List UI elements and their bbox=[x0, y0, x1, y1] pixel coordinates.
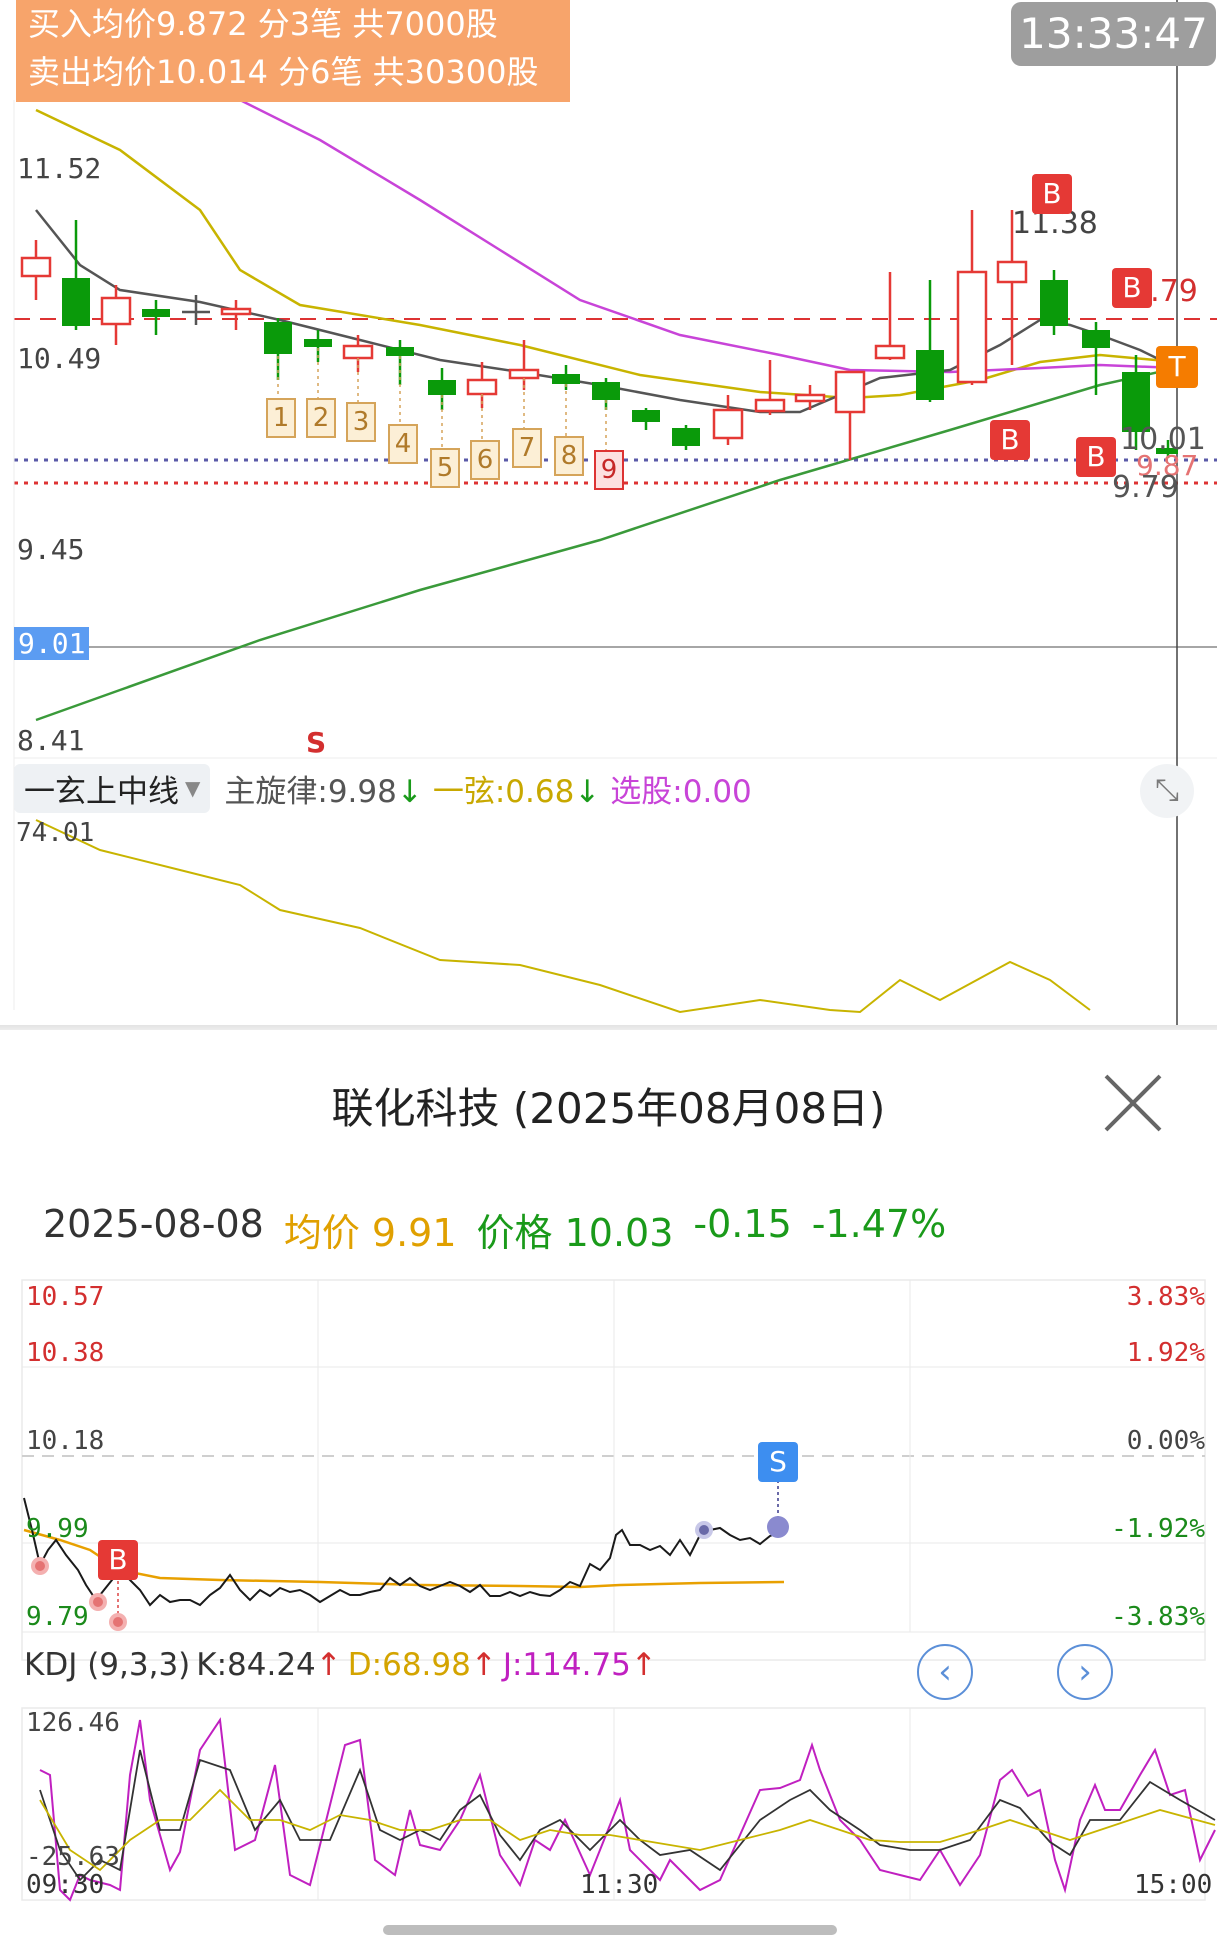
kdj-d-line bbox=[39, 1788, 1216, 1872]
kdj-name: KDJ (9,3,3) bbox=[24, 1647, 191, 1683]
kdj-top-value: 126.46 bbox=[26, 1708, 120, 1738]
indicator-bar: 一玄上中线 ▼ 主旋律:9.98↓ 一弦:0.68↓ 选股:0.00 bbox=[14, 763, 752, 813]
right-axis-4: -1.92% bbox=[1111, 1514, 1205, 1544]
intraday-sell-marker[interactable]: S bbox=[758, 1442, 798, 1482]
time-label-open: 09:30 bbox=[26, 1870, 105, 1900]
right-axis-2: 1.92% bbox=[1126, 1338, 1205, 1368]
kdj-k-value: K:84.24↑ bbox=[196, 1647, 342, 1683]
quote-change-pct: -1.47% bbox=[811, 1202, 947, 1246]
quote-price: 价格 10.03 bbox=[476, 1211, 674, 1255]
sub-indicator-line bbox=[35, 819, 1091, 1014]
td-count-1: 1 bbox=[266, 398, 296, 438]
indicator-line3: 选股:0.00 bbox=[610, 773, 752, 810]
price-line bbox=[23, 1497, 785, 1607]
kdj-j-value: J:114.75↑ bbox=[502, 1647, 657, 1683]
indicator-select[interactable]: 一玄上中线 ▼ bbox=[14, 763, 211, 813]
quote-date: 2025-08-08 bbox=[43, 1202, 264, 1246]
t-marker[interactable]: T bbox=[1156, 346, 1198, 388]
kline-chart[interactable] bbox=[0, 0, 1217, 1025]
td-count-7: 7 bbox=[512, 428, 542, 468]
sell-marker[interactable]: S bbox=[306, 726, 326, 759]
crosshair-price-label: 9.01 bbox=[14, 627, 90, 660]
time-label-close: 15:00 bbox=[1134, 1870, 1213, 1900]
avg-price-line bbox=[23, 1528, 785, 1589]
td-count-3: 3 bbox=[346, 402, 376, 442]
buy-marker[interactable]: B bbox=[1112, 268, 1152, 308]
quote-info-row: 2025-08-08 均价 9.91 价格 10.03 -0.15 -1.47% bbox=[43, 1202, 946, 1257]
td-count-6: 6 bbox=[470, 440, 500, 480]
indicator-line1: 主旋律:9.98↓ bbox=[224, 773, 423, 810]
sell-summary: 卖出均价10.014 分6笔 共30300股 bbox=[28, 53, 539, 91]
home-indicator[interactable] bbox=[383, 1925, 837, 1935]
buy-marker[interactable]: B bbox=[1032, 174, 1072, 214]
intraday-sheet: 联化科技 (2025年08月08日) 2025-08-08 均价 9.91 价格… bbox=[0, 1030, 1217, 1957]
td-count-5: 5 bbox=[430, 448, 460, 488]
intraday-chart[interactable] bbox=[0, 1030, 1217, 1957]
right-axis-5: -3.83% bbox=[1111, 1602, 1205, 1632]
kdj-k-line bbox=[39, 1749, 1216, 1882]
right-low-annotation: 9.79 bbox=[1112, 470, 1179, 505]
td-count-9: 9 bbox=[594, 450, 624, 490]
close-icon[interactable] bbox=[1098, 1068, 1168, 1138]
left-axis-5: 9.79 bbox=[26, 1602, 89, 1632]
right-axis-1: 3.83% bbox=[1126, 1282, 1205, 1312]
next-day-button[interactable]: › bbox=[1057, 1644, 1113, 1700]
prev-day-button[interactable]: ‹ bbox=[917, 1644, 973, 1700]
td-count-2: 2 bbox=[306, 398, 336, 438]
left-axis-3: 10.18 bbox=[26, 1426, 105, 1456]
td-count-4: 4 bbox=[388, 424, 418, 464]
price-label-3: 9.45 bbox=[17, 533, 85, 566]
crosshair-time: 13:33:47 bbox=[1011, 2, 1216, 66]
price-label-1: 11.52 bbox=[17, 152, 102, 185]
indicator-line2: 一弦:0.68↓ bbox=[432, 773, 601, 810]
chevron-down-icon: ▼ bbox=[185, 776, 201, 800]
buy-marker[interactable]: B bbox=[1076, 437, 1116, 477]
time-label-midday: 11:30 bbox=[580, 1870, 659, 1900]
buy-summary: 买入均价9.872 分3笔 共7000股 bbox=[28, 5, 498, 43]
td-count-8: 8 bbox=[554, 436, 584, 476]
kline-panel[interactable]: 买入均价9.872 分3笔 共7000股 卖出均价10.014 分6笔 共303… bbox=[0, 0, 1217, 1025]
sheet-title: 联化科技 (2025年08月08日) bbox=[331, 1084, 886, 1133]
kdj-bottom-value: -25.63 bbox=[26, 1842, 120, 1872]
price-label-2: 10.49 bbox=[17, 342, 102, 375]
left-axis-4: 9.99 bbox=[26, 1514, 89, 1544]
kdj-d-value: D:68.98↑ bbox=[347, 1647, 497, 1683]
price-label-5: 8.41 bbox=[17, 724, 85, 757]
left-axis-2: 10.38 bbox=[26, 1338, 105, 1368]
buy-marker[interactable]: B bbox=[990, 420, 1030, 460]
quote-change: -0.15 bbox=[693, 1202, 792, 1246]
quote-avg: 均价 9.91 bbox=[283, 1211, 457, 1255]
sub-indicator-top-value: 74.01 bbox=[16, 818, 95, 848]
expand-icon[interactable]: ⤡ bbox=[1140, 764, 1194, 818]
intraday-buy-marker[interactable]: B bbox=[98, 1540, 138, 1580]
indicator-select-label: 一玄上中线 bbox=[24, 773, 179, 810]
ma-yellow-line bbox=[35, 108, 1178, 400]
kdj-legend: KDJ (9,3,3) K:84.24↑ D:68.98↑ J:114.75↑ bbox=[24, 1647, 657, 1683]
trade-summary-banner: 买入均价9.872 分3笔 共7000股 卖出均价10.014 分6笔 共303… bbox=[16, 0, 570, 102]
right-axis-3: 0.00% bbox=[1126, 1426, 1205, 1456]
left-axis-1: 10.57 bbox=[26, 1282, 105, 1312]
